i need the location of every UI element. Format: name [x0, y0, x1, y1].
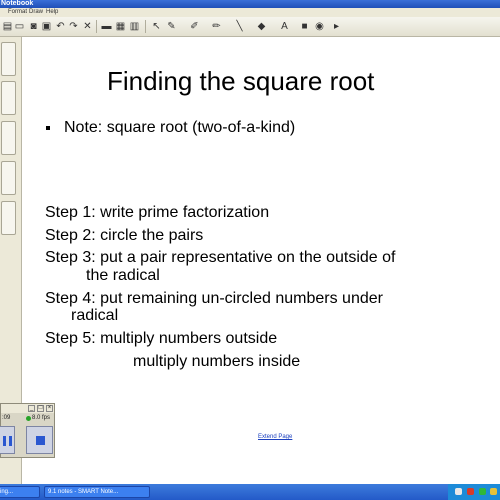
tray-icon[interactable]: [467, 488, 474, 495]
step-1: Step 1: write prime factorization: [45, 204, 270, 221]
attachments-tab[interactable]: [1, 121, 16, 155]
save-icon[interactable]: ◙: [27, 20, 40, 33]
tray-icon[interactable]: [479, 488, 486, 495]
step-2: Step 2: circle the pairs: [45, 227, 204, 244]
text-icon[interactable]: A: [278, 20, 291, 33]
close-icon[interactable]: ×: [46, 405, 53, 412]
menu-format[interactable]: Format: [8, 8, 27, 17]
table-icon[interactable]: ▥: [128, 20, 141, 33]
select-icon[interactable]: ↖: [150, 20, 163, 33]
recorder-header: _ □ ×: [1, 404, 54, 413]
paste-icon[interactable]: ▣: [40, 20, 53, 33]
creative-pen-icon[interactable]: ✐: [188, 20, 201, 33]
full-screen-icon[interactable]: ▦: [114, 20, 127, 33]
undo-icon[interactable]: ↶: [54, 20, 67, 33]
recorder-widget: _ □ × :09 8.0 fps: [0, 403, 55, 458]
menu-bar: Format Draw Help: [0, 8, 500, 17]
screen-shade-icon[interactable]: ▬: [100, 20, 113, 33]
redo-icon[interactable]: ↷: [67, 20, 80, 33]
pen-icon[interactable]: ✎: [165, 20, 178, 33]
recording-time: :09: [2, 415, 11, 421]
menu-help[interactable]: Help: [46, 8, 58, 17]
menu-draw[interactable]: Draw: [29, 8, 43, 17]
shape-icon[interactable]: ◆: [255, 20, 268, 33]
line-icon[interactable]: ╲: [233, 20, 246, 33]
window-title-bar: Notebook: [0, 0, 500, 8]
system-tray: [448, 484, 500, 500]
pause-button[interactable]: [0, 426, 15, 454]
step-4: Step 4: put remaining un-circled numbers…: [45, 290, 383, 307]
toolbar-separator: [96, 20, 97, 33]
step-4-continued: radical: [71, 307, 119, 324]
highlighter-icon[interactable]: ✏: [210, 20, 223, 33]
step-5: Step 5: multiply numbers outside: [45, 330, 278, 347]
note-text: Note: square root (two-of-a-kind): [64, 119, 296, 136]
maximize-icon[interactable]: □: [37, 405, 44, 412]
step-5-continued: multiply numbers inside: [133, 353, 301, 370]
properties-icon[interactable]: ◉: [313, 20, 326, 33]
page-sorter-tab[interactable]: [1, 42, 16, 76]
window-title: Notebook: [1, 0, 34, 7]
tray-icon[interactable]: [490, 488, 497, 495]
move-toolbar-icon[interactable]: ▸: [330, 20, 343, 33]
tray-icon[interactable]: [455, 488, 462, 495]
gallery-tab[interactable]: [1, 81, 16, 115]
toolbar-separator: [145, 20, 146, 33]
extend-page-link[interactable]: Extend Page: [258, 434, 292, 440]
open-icon[interactable]: ▭: [13, 20, 26, 33]
taskbar: ing... 9.1 notes - SMART Note...: [0, 484, 500, 500]
step-3: Step 3: put a pair representative on the…: [45, 249, 396, 266]
fill-icon[interactable]: ■: [298, 20, 311, 33]
slide-title: Finding the square root: [107, 66, 375, 96]
delete-icon[interactable]: ✕: [81, 20, 94, 33]
add-ons-tab[interactable]: [1, 201, 16, 235]
properties-tab[interactable]: [1, 161, 16, 195]
recording-fps: 8.0 fps: [32, 415, 51, 421]
step-3-continued: the radical: [86, 267, 160, 284]
bullet-icon: [46, 126, 50, 130]
stop-button[interactable]: [26, 426, 53, 454]
taskbar-item-recorder[interactable]: ing...: [0, 486, 40, 498]
recording-status-icon: [26, 416, 31, 421]
main-toolbar: ▤ ▭ ◙ ▣ ↶ ↷ ✕ ▬ ▦ ▥ ↖ ✎ ✐ ✏ ╲ ◆ A ■ ◉ ▸: [0, 17, 500, 37]
taskbar-item-notebook[interactable]: 9.1 notes - SMART Note...: [44, 486, 150, 498]
minimize-icon[interactable]: _: [28, 405, 35, 412]
